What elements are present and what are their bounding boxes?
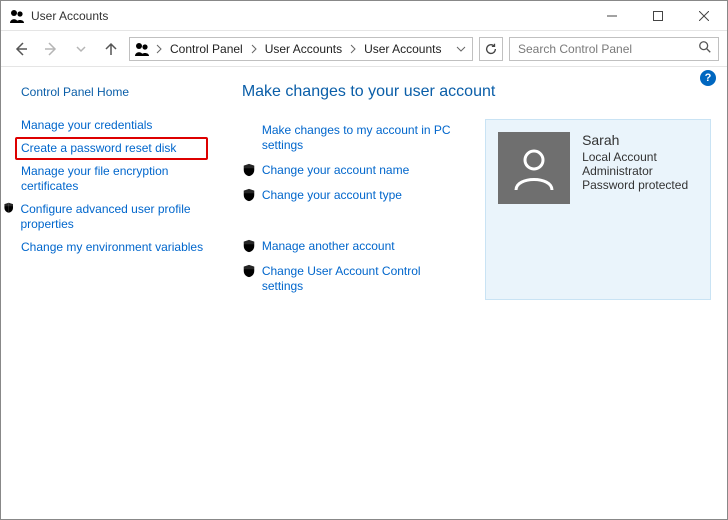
- account-line: Administrator: [582, 164, 688, 178]
- maximize-button[interactable]: [635, 1, 681, 31]
- task-link[interactable]: Manage another account: [242, 235, 465, 260]
- task-label: Change your account name: [262, 163, 409, 178]
- breadcrumb-item[interactable]: Control Panel: [168, 42, 245, 56]
- breadcrumb-item[interactable]: User Accounts: [263, 42, 344, 56]
- sidebar-item[interactable]: Manage your credentials: [19, 114, 208, 137]
- chevron-right-icon[interactable]: [249, 44, 259, 54]
- minimize-button[interactable]: [589, 1, 635, 31]
- chevron-right-icon[interactable]: [154, 44, 164, 54]
- search-icon[interactable]: [698, 40, 712, 57]
- recent-locations-button[interactable]: [69, 37, 93, 61]
- app-icon: [9, 8, 25, 24]
- sidebar-item-label: Configure advanced user profile properti…: [20, 202, 205, 232]
- page-heading: Make changes to your user account: [242, 83, 711, 101]
- up-button[interactable]: [99, 37, 123, 61]
- task-link[interactable]: Change your account name: [242, 159, 465, 184]
- address-icon: [134, 41, 150, 57]
- chevron-right-icon[interactable]: [348, 44, 358, 54]
- task-list: Make changes to my account in PC setting…: [242, 119, 465, 300]
- main-pane: Make changes to your user account Make c…: [218, 67, 727, 519]
- breadcrumb-item[interactable]: User Accounts: [362, 42, 443, 56]
- account-card: Sarah Local Account Administrator Passwo…: [485, 119, 711, 300]
- shield-icon: [3, 202, 14, 213]
- task-label: Make changes to my account in PC setting…: [262, 123, 465, 153]
- avatar: [498, 132, 570, 204]
- sidebar-item-label: Create a password reset disk: [21, 141, 176, 156]
- sidebar-item-label: Manage your credentials: [21, 118, 152, 133]
- sidebar-item[interactable]: Create a password reset disk: [15, 137, 208, 160]
- shield-icon: [242, 188, 256, 202]
- window-title: User Accounts: [31, 9, 108, 23]
- account-info: Sarah Local Account Administrator Passwo…: [582, 132, 688, 192]
- control-panel-home-link[interactable]: Control Panel Home: [19, 81, 208, 104]
- account-line: Password protected: [582, 178, 688, 192]
- sidebar-item[interactable]: Configure advanced user profile properti…: [19, 198, 208, 236]
- address-dropdown-icon[interactable]: [454, 44, 468, 54]
- sidebar-item[interactable]: Change my environment variables: [19, 236, 208, 259]
- search-input[interactable]: [516, 41, 692, 57]
- task-label: Change your account type: [262, 188, 402, 203]
- sidebar-item[interactable]: Manage your file encryption certificates: [19, 160, 208, 198]
- task-label: Manage another account: [262, 239, 395, 254]
- close-button[interactable]: [681, 1, 727, 31]
- task-label: Change User Account Control settings: [262, 264, 465, 294]
- title-bar: User Accounts: [1, 1, 727, 31]
- account-name: Sarah: [582, 132, 688, 148]
- refresh-button[interactable]: [479, 37, 503, 61]
- back-button[interactable]: [9, 37, 33, 61]
- shield-icon: [242, 163, 256, 177]
- sidebar-item-label: Change my environment variables: [21, 240, 203, 255]
- toolbar: Control Panel User Accounts User Account…: [1, 31, 727, 67]
- sidebar: Control Panel Home Manage your credentia…: [1, 67, 218, 519]
- account-line: Local Account: [582, 150, 688, 164]
- address-bar[interactable]: Control Panel User Accounts User Account…: [129, 37, 473, 61]
- sidebar-item-label: Manage your file encryption certificates: [21, 164, 206, 194]
- task-link[interactable]: Make changes to my account in PC setting…: [242, 119, 465, 159]
- task-link[interactable]: Change your account type: [242, 184, 465, 209]
- shield-icon: [242, 264, 256, 278]
- content-area: Control Panel Home Manage your credentia…: [1, 67, 727, 519]
- search-box[interactable]: [509, 37, 719, 61]
- sidebar-item-label: Control Panel Home: [21, 85, 129, 100]
- forward-button[interactable]: [39, 37, 63, 61]
- shield-icon: [242, 239, 256, 253]
- task-link[interactable]: Change User Account Control settings: [242, 260, 465, 300]
